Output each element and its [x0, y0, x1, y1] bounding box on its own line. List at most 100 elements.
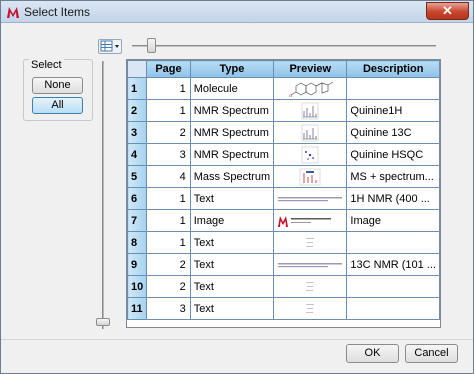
type-cell[interactable]: NMR Spectrum — [189, 99, 275, 122]
type-cell[interactable]: Text — [189, 253, 275, 276]
window-title: Select Items — [24, 5, 91, 19]
view-mode-dropdown[interactable] — [98, 39, 122, 54]
vertical-zoom-slider-track[interactable] — [102, 61, 104, 329]
description-cell[interactable]: Image — [346, 209, 440, 232]
column-header-page[interactable]: Page — [146, 60, 191, 78]
table-view-icon — [100, 40, 119, 52]
table-row[interactable]: 1 1 Molecule O — [126, 77, 440, 100]
mestrelab-logo-thumbnail — [276, 211, 345, 230]
type-cell[interactable]: Image — [189, 209, 275, 232]
preview-cell[interactable] — [273, 231, 348, 254]
table-row[interactable]: 11 3 Text — [126, 297, 440, 320]
vertical-zoom-slider-thumb[interactable] — [96, 318, 110, 326]
description-cell[interactable] — [346, 275, 440, 298]
preview-cell[interactable] — [273, 275, 348, 298]
table-row[interactable]: 3 2 NMR Spectrum Quinine 13C — [126, 121, 440, 144]
description-cell[interactable] — [346, 231, 440, 254]
close-button[interactable]: ✕ — [426, 2, 469, 20]
page-cell[interactable]: 2 — [146, 121, 191, 144]
row-number[interactable]: 4 — [126, 143, 148, 166]
preview-cell[interactable] — [273, 253, 348, 276]
table-row[interactable]: 7 1 Image Image — [126, 209, 440, 232]
row-number[interactable]: 3 — [126, 121, 148, 144]
row-number[interactable]: 7 — [126, 209, 148, 232]
text-faint-thumbnail — [276, 299, 345, 318]
preview-cell[interactable] — [273, 121, 348, 144]
row-number[interactable]: 2 — [126, 99, 148, 122]
preview-cell[interactable]: O — [273, 77, 348, 100]
row-number[interactable]: 1 — [126, 77, 148, 100]
cancel-button[interactable]: Cancel — [405, 344, 458, 363]
select-all-button[interactable]: All — [32, 97, 83, 114]
row-number[interactable]: 8 — [126, 231, 148, 254]
page-cell[interactable]: 3 — [146, 143, 191, 166]
page-cell[interactable]: 2 — [146, 275, 191, 298]
table-row[interactable]: 2 1 NMR Spectrum Quinine1H — [126, 99, 440, 122]
page-cell[interactable]: 4 — [146, 165, 191, 188]
column-header-description[interactable]: Description — [346, 60, 440, 78]
molecule-structure-thumbnail: O — [276, 79, 345, 98]
preview-cell[interactable] — [273, 99, 348, 122]
title-bar[interactable]: Select Items ✕ — [1, 1, 473, 23]
preview-cell[interactable] — [273, 165, 348, 188]
type-cell[interactable]: Molecule — [189, 77, 275, 100]
preview-cell[interactable] — [273, 187, 348, 210]
table-row[interactable]: 5 4 Mass Spectrum MS + spectrum... — [126, 165, 440, 188]
type-cell[interactable]: Text — [189, 231, 275, 254]
description-cell[interactable]: 1H NMR (400 ... — [346, 187, 440, 210]
nmr-spectrum-thumbnail — [276, 101, 345, 120]
table-row[interactable]: 9 2 Text 13C NMR (101 ... — [126, 253, 440, 276]
footer-separator — [1, 339, 473, 340]
type-cell[interactable]: NMR Spectrum — [189, 143, 275, 166]
preview-cell[interactable] — [273, 297, 348, 320]
row-number[interactable]: 10 — [126, 275, 148, 298]
row-number[interactable]: 5 — [126, 165, 148, 188]
table-row[interactable]: 6 1 Text 1H NMR (400 ... — [126, 187, 440, 210]
preview-size-slider-thumb[interactable] — [147, 38, 156, 53]
row-number[interactable]: 6 — [126, 187, 148, 210]
description-cell[interactable]: Quinine HSQC — [346, 143, 440, 166]
type-cell[interactable]: Text — [189, 187, 275, 210]
select-none-button[interactable]: None — [32, 77, 83, 94]
table-row[interactable]: 4 3 NMR Spectrum Quinine HSQC — [126, 143, 440, 166]
description-cell[interactable]: 13C NMR (101 ... — [346, 253, 440, 276]
preview-cell[interactable] — [273, 209, 348, 232]
items-table: Page Type Preview Description 1 1 Molecule… — [126, 60, 440, 320]
type-cell[interactable]: Mass Spectrum — [189, 165, 275, 188]
page-cell[interactable]: 1 — [146, 99, 191, 122]
preview-size-slider-track[interactable] — [132, 45, 436, 47]
column-header-preview[interactable]: Preview — [273, 60, 348, 78]
table-row[interactable]: 8 1 Text — [126, 231, 440, 254]
table-row[interactable]: 10 2 Text — [126, 275, 440, 298]
items-grid: Page Type Preview Description 1 1 Molecule… — [126, 59, 441, 328]
description-cell[interactable]: Quinine 13C — [346, 121, 440, 144]
row-number[interactable]: 11 — [126, 297, 148, 320]
grid-body: 1 1 Molecule O 2 1 NMR Spectrum Quinine1H 3 2 NMR … — [126, 77, 440, 320]
type-cell[interactable]: Text — [189, 275, 275, 298]
page-cell[interactable]: 1 — [146, 231, 191, 254]
nmr-2d-thumbnail — [276, 145, 345, 164]
text-line-thumbnail — [276, 189, 345, 208]
page-cell[interactable]: 2 — [146, 253, 191, 276]
app-logo-icon — [7, 7, 19, 18]
svg-text:O: O — [289, 93, 292, 98]
corner-header[interactable] — [126, 60, 148, 78]
description-cell[interactable] — [346, 297, 440, 320]
column-header-type[interactable]: Type — [189, 60, 275, 78]
description-cell[interactable]: Quinine1H — [346, 99, 440, 122]
row-number[interactable]: 9 — [126, 253, 148, 276]
preview-cell[interactable] — [273, 143, 348, 166]
type-cell[interactable]: Text — [189, 297, 275, 320]
type-cell[interactable]: NMR Spectrum — [189, 121, 275, 144]
mass-spectrum-thumbnail — [276, 167, 345, 186]
description-cell[interactable] — [346, 77, 440, 100]
page-cell[interactable]: 1 — [146, 209, 191, 232]
description-cell[interactable]: MS + spectrum... — [346, 165, 440, 188]
text-faint-thumbnail — [276, 277, 345, 296]
page-cell[interactable]: 1 — [146, 77, 191, 100]
page-cell[interactable]: 3 — [146, 297, 191, 320]
page-cell[interactable]: 1 — [146, 187, 191, 210]
select-items-dialog: Select Items ✕ Select None All Page Type… — [0, 0, 474, 374]
select-group-label: Select — [29, 59, 64, 71]
ok-button[interactable]: OK — [346, 344, 399, 363]
